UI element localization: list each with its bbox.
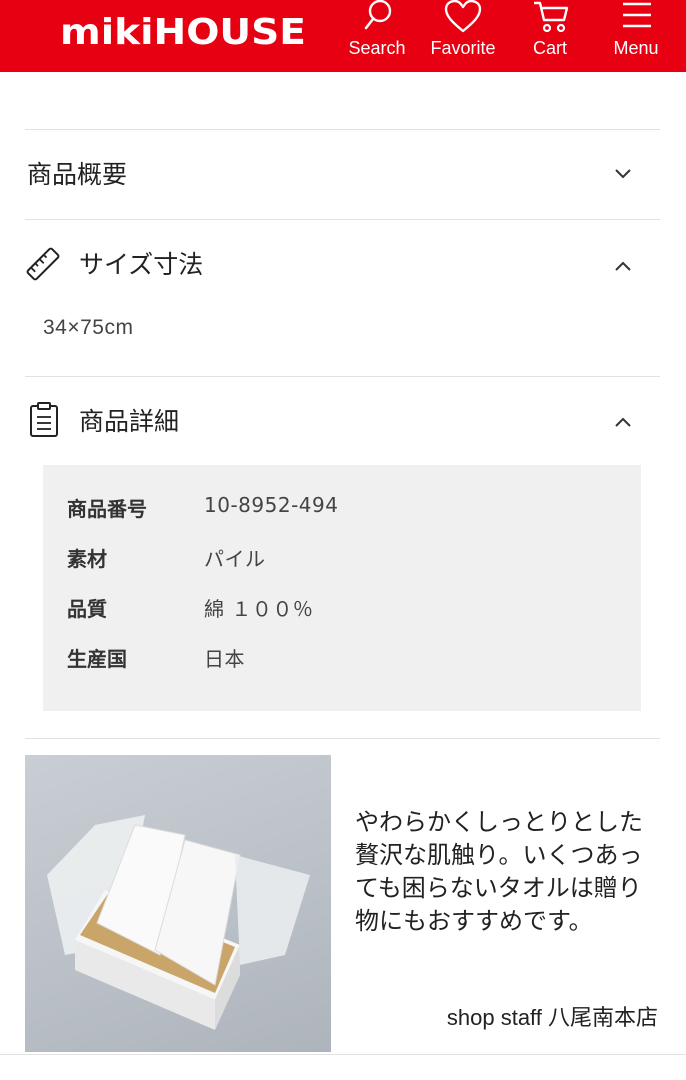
detail-value: 日本 [204,647,245,671]
search-button[interactable]: Search [342,0,412,72]
detail-label: 品質 [67,597,107,621]
detail-label: 商品番号 [67,497,147,521]
chevron-down-icon [613,166,633,185]
favorite-button[interactable]: Favorite [427,0,499,72]
divider [0,1054,686,1055]
divider [25,738,660,739]
heart-icon [444,0,482,34]
detail-value: パイル [204,547,266,571]
accordion-size[interactable]: サイズ寸法 [25,220,660,310]
detail-label: 素材 [67,547,107,571]
details-title: 商品詳細 [79,407,180,436]
site-header: mikiHOUSE Search Favorite Cart Menu [0,0,686,72]
search-icon [363,0,393,32]
product-photo [25,755,331,1052]
menu-label: Menu [613,38,659,58]
favorite-label: Favorite [430,38,496,58]
ruler-icon [25,246,61,286]
size-value: 34×75cm [43,316,134,339]
search-label: Search [348,38,406,58]
menu-icon [621,0,653,32]
cart-button[interactable]: Cart [520,0,580,72]
chevron-up-icon [613,258,633,277]
detail-value: 10-8952-494 [204,493,339,517]
clipboard-icon [29,402,59,442]
detail-label: 生産国 [67,647,127,671]
logo[interactable]: mikiHOUSE [60,8,310,61]
menu-button[interactable]: Menu [604,0,668,72]
accordion-details[interactable]: 商品詳細 [25,377,660,465]
chevron-up-icon [613,414,633,433]
size-title: サイズ寸法 [79,250,204,279]
detail-value: 綿 １００％ [204,597,314,621]
product-page: mikiHOUSE Search Favorite Cart Menu 商品概要… [0,0,686,1080]
cart-label: Cart [532,38,568,58]
staff-comment: やわらかくしっとりとした贅沢な肌触り。いくつあっても困らないタオルは贈り物にもお… [355,808,643,935]
cart-icon [532,0,570,34]
accordion-overview[interactable]: 商品概要 [25,130,660,219]
overview-title: 商品概要 [27,160,128,189]
svg-text:mikiHOUSE: mikiHOUSE [60,12,306,52]
mikihouse-logo-graphic: mikiHOUSE [60,12,306,53]
staff-signature: shop staff 八尾南本店 [446,1005,658,1030]
